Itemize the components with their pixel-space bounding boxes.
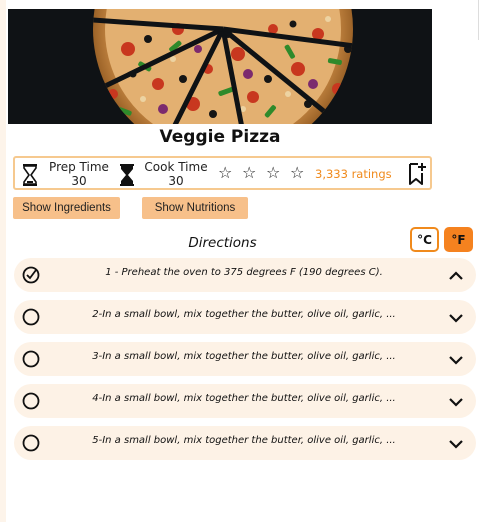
recipe-title: Veggie Pizza xyxy=(159,127,281,147)
star-icon[interactable]: ☆ xyxy=(242,164,256,182)
star-icon[interactable]: ☆ xyxy=(218,164,232,182)
recipe-info-bar: Prep Time 30 Cook Time 30 ☆ ☆ ☆ ☆ 3,333 … xyxy=(13,156,432,190)
step-text: 5-In a small bowl, mix together the butt… xyxy=(92,435,396,446)
right-edge-divider xyxy=(478,0,482,40)
direction-step[interactable]: 1 - Preheat the oven to 375 degrees F (1… xyxy=(14,258,476,292)
fahrenheit-toggle[interactable]: °F xyxy=(444,227,473,252)
recipe-hero-image xyxy=(8,9,432,124)
bookmark-add-icon[interactable] xyxy=(407,162,427,186)
celsius-toggle[interactable]: °C xyxy=(410,227,439,252)
direction-step[interactable]: 4-In a small bowl, mix together the butt… xyxy=(14,384,476,418)
left-edge-strip xyxy=(0,0,6,522)
prep-time-value: 30 xyxy=(71,174,87,188)
check-circle-icon[interactable] xyxy=(22,266,40,284)
star-icon[interactable]: ☆ xyxy=(290,164,304,182)
chevron-up-icon[interactable] xyxy=(448,268,464,282)
chevron-down-icon[interactable] xyxy=(448,310,464,324)
hourglass-filled-icon xyxy=(120,164,134,186)
ratings-count[interactable]: 3,333 ratings xyxy=(315,167,392,181)
chevron-down-icon[interactable] xyxy=(448,394,464,408)
cook-time-value: 30 xyxy=(168,174,184,188)
circle-icon[interactable] xyxy=(22,434,40,452)
circle-icon[interactable] xyxy=(22,392,40,410)
step-text: 3-In a small bowl, mix together the butt… xyxy=(92,351,396,362)
directions-heading: Directions xyxy=(188,235,257,251)
chevron-down-icon[interactable] xyxy=(448,436,464,450)
circle-icon[interactable] xyxy=(22,308,40,326)
step-text: 1 - Preheat the oven to 375 degrees F (1… xyxy=(105,267,383,278)
step-text: 4-In a small bowl, mix together the butt… xyxy=(92,393,396,404)
direction-step[interactable]: 2-In a small bowl, mix together the butt… xyxy=(14,300,476,334)
star-icon[interactable]: ☆ xyxy=(266,164,280,182)
show-ingredients-button[interactable]: Show Ingredients xyxy=(13,197,120,219)
show-nutritions-button[interactable]: Show Nutritions xyxy=(142,197,248,219)
direction-step[interactable]: 3-In a small bowl, mix together the butt… xyxy=(14,342,476,376)
prep-time-label: Prep Time xyxy=(49,160,109,174)
step-text: 2-In a small bowl, mix together the butt… xyxy=(92,309,396,320)
circle-icon[interactable] xyxy=(22,350,40,368)
cook-time: Cook Time 30 xyxy=(143,160,209,188)
cook-time-label: Cook Time xyxy=(144,160,208,174)
direction-step[interactable]: 5-In a small bowl, mix together the butt… xyxy=(14,426,476,460)
prep-time: Prep Time 30 xyxy=(49,160,109,188)
chevron-down-icon[interactable] xyxy=(448,352,464,366)
hourglass-icon xyxy=(23,164,37,186)
